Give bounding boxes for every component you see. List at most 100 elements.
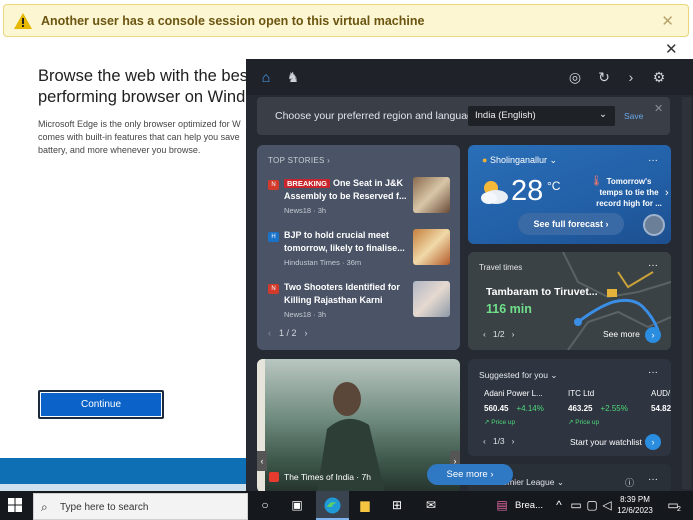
chevron-right-icon[interactable]: › (512, 436, 515, 446)
story-source: News18 · 3h (284, 310, 327, 319)
stories-page-indicator: 1 / 2 (279, 328, 297, 338)
news18-logo-icon: N (268, 180, 279, 190)
hindustan-times-logo-icon: H (268, 232, 279, 242)
chevron-right-icon[interactable]: › (645, 327, 661, 343)
widgets-panel: ⌂ ♞ ◎ ↻ › ⚙ Choose your preferred region… (246, 59, 693, 491)
file-explorer-icon[interactable]: ▆ (356, 496, 374, 514)
news18-logo-icon: N (268, 284, 279, 294)
stock-trend-tag: ↗ Price up (484, 418, 554, 426)
stock-name: AUD/ (651, 389, 671, 398)
times-of-india-logo-icon (269, 472, 279, 482)
taskbar-app-label[interactable]: Brea... (515, 500, 543, 511)
suggested-stocks-card: Suggested for you ⌄ ··· Adani Power L...… (468, 359, 671, 456)
start-watchlist-link[interactable]: Start your watchlist (570, 437, 642, 447)
stock-tag-text: Price up (491, 419, 516, 426)
windows-start-icon[interactable] (8, 498, 22, 512)
league-more-icon[interactable]: ··· (648, 474, 658, 485)
travel-page-indicator: 1/2 (492, 329, 505, 339)
travel-duration: 116 min (486, 302, 532, 316)
story-title: Two Shooters Identified for Killing Raja… (284, 282, 400, 305)
cortana-icon[interactable]: ○ (256, 496, 274, 514)
edge-taskbar-button[interactable] (316, 491, 349, 520)
edge-title-line: performing browser on Wind (38, 88, 246, 106)
weather-location-name: Sholinganallur (489, 155, 547, 165)
close-region-prompt-icon[interactable]: ✕ (654, 102, 663, 115)
region-language-prompt: Choose your preferred region and languag… (257, 97, 670, 135)
edge-desc-line: battery, and more whenever you browse. (38, 145, 201, 155)
story-item[interactable]: N BREAKING One Seat in J&K Assembly to be… (268, 175, 453, 219)
chevron-left-icon[interactable]: ‹ (268, 328, 271, 338)
stock-item[interactable]: AUD/ 54.82 (651, 389, 671, 413)
chevron-left-icon[interactable]: ‹ (257, 451, 267, 471)
stock-price: 54.82 (651, 404, 671, 413)
edge-title-line: Browse the web with the bes (38, 67, 249, 85)
home-icon[interactable]: ⌂ (257, 68, 275, 86)
story-thumbnail (413, 281, 450, 317)
partly-cloudy-icon (481, 181, 508, 204)
stories-pager[interactable]: ‹ 1 / 2 › (268, 328, 308, 338)
chevron-right-icon[interactable]: › (645, 434, 661, 450)
horizontal-scrollbar[interactable] (0, 484, 246, 491)
widgets-icon[interactable]: ♞ (284, 68, 302, 86)
chevron-left-icon[interactable]: ‹ (483, 329, 486, 339)
stock-item[interactable]: Adani Power L... 560.45 +4.14% ↗ Price up (484, 389, 554, 426)
weather-more-icon[interactable]: ··· (648, 155, 658, 166)
suggested-pager[interactable]: ‹ 1/3 › (483, 436, 515, 446)
mail-icon[interactable]: ✉ (422, 496, 440, 514)
story-item[interactable]: N Two Shooters Identified for Killing Ra… (268, 279, 453, 323)
stock-change: +2.55% (600, 404, 628, 413)
chevron-up-icon[interactable]: ^ (550, 496, 568, 514)
news-app-icon[interactable]: ▤ (493, 496, 511, 514)
stock-change: +4.14% (516, 404, 544, 413)
weather-location[interactable]: ● Sholinganallur ⌄ (482, 155, 557, 166)
chevron-right-icon[interactable]: › (622, 68, 640, 86)
stock-price: 560.45 (484, 404, 509, 413)
see-more-button[interactable]: See more › (427, 464, 513, 485)
stock-tag-text: Price up (575, 419, 600, 426)
chevron-right-icon[interactable]: › (665, 187, 669, 199)
store-icon[interactable]: ⊞ (388, 496, 406, 514)
location-pin-icon: ● (482, 155, 488, 165)
info-icon[interactable]: ⓘ (625, 476, 634, 489)
weather-card[interactable]: ● Sholinganallur ⌄ ··· 28 °C 🌡 Tomorrow'… (468, 145, 671, 244)
story-title: BJP to hold crucial meet tomorrow, likel… (284, 230, 405, 253)
story-item[interactable]: H BJP to hold crucial meet tomorrow, lik… (268, 227, 453, 271)
chevron-right-icon[interactable]: › (512, 329, 515, 339)
rewards-icon[interactable]: ◎ (566, 68, 584, 86)
breaking-badge: BREAKING (284, 179, 331, 188)
travel-times-card[interactable]: Travel times ··· Tambaram to Tiruvet... … (468, 252, 671, 350)
travel-pager[interactable]: ‹ 1/2 › (483, 329, 515, 339)
widgets-scrollbar[interactable] (682, 97, 691, 489)
travel-see-more-link[interactable]: See more (603, 329, 640, 339)
suggested-title[interactable]: Suggested for you ⌄ (479, 370, 557, 381)
weather-note: Tomorrow's temps to tie the record high … (596, 177, 662, 208)
continue-button[interactable]: Continue (38, 390, 164, 419)
notification-count: 2 (677, 506, 681, 513)
weather-temperature: 28 (511, 175, 544, 207)
region-language-select[interactable]: India (English) ⌄ (468, 106, 615, 126)
refresh-icon[interactable]: ↻ (595, 68, 613, 86)
trend-up-icon: ↗ (568, 419, 574, 426)
clock-date: 12/6/2023 (617, 506, 653, 515)
chevron-left-icon[interactable]: ‹ (483, 436, 486, 446)
edge-desc-line: comes with built-in features that can he… (38, 132, 240, 142)
settings-gear-icon[interactable]: ⚙ (650, 68, 668, 86)
task-view-icon[interactable]: ▣ (288, 496, 306, 514)
close-warning-icon[interactable]: ✕ (661, 12, 674, 30)
edge-icon (324, 497, 341, 514)
weather-avatar-icon[interactable] (643, 214, 665, 236)
travel-more-icon[interactable]: ··· (648, 260, 658, 271)
edge-welcome-title: Browse the web with the bes performing b… (38, 66, 258, 108)
stock-item[interactable]: ITC Ltd 463.25 +2.55% ↗ Price up (568, 389, 638, 426)
taskbar-clock[interactable]: 8:39 PM 12/6/2023 (612, 494, 658, 516)
close-page-icon[interactable]: ✕ (665, 40, 678, 58)
region-save-button[interactable]: Save (624, 111, 643, 121)
story-thumbnail (413, 177, 450, 213)
see-full-forecast-button[interactable]: See full forecast › (518, 213, 624, 235)
top-stories-heading[interactable]: TOP STORIES › (268, 156, 330, 165)
search-placeholder: Type here to search (60, 502, 149, 513)
taskbar-search-box[interactable]: ⌕ Type here to search (33, 493, 248, 520)
suggested-more-icon[interactable]: ··· (648, 367, 658, 378)
chevron-right-icon[interactable]: › (305, 328, 308, 338)
edge-desc-line: Microsoft Edge is the only browser optim… (38, 119, 241, 129)
